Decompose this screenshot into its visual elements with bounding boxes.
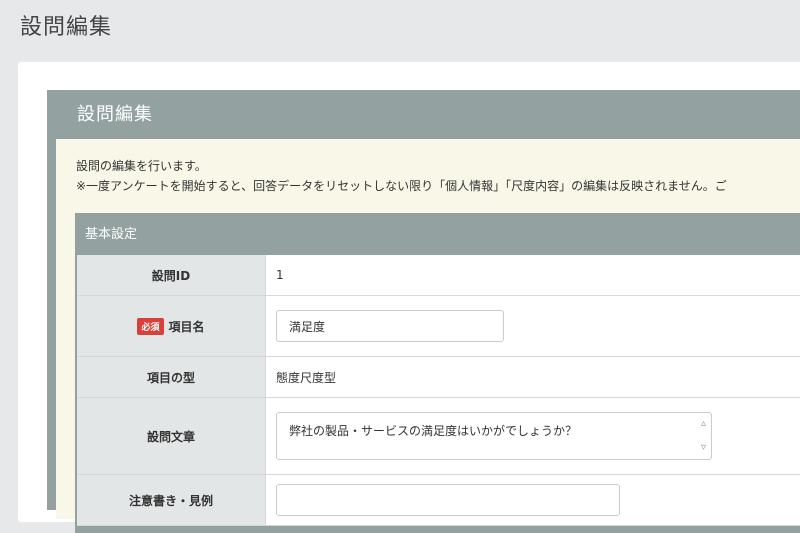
value-question-text-cell: 弊社の製品・サービスの満足度はいかがでしょうか？ ▵ ▿ <box>266 398 800 474</box>
description-line-1: 設問の編集を行います。 <box>76 159 207 173</box>
section-title: 基本設定 <box>85 227 138 242</box>
page-title: 設問編集 <box>20 15 113 40</box>
question-text-textarea[interactable]: 弊社の製品・サービスの満足度はいかがでしょうか？ ▵ ▿ <box>276 412 712 460</box>
value-note-cell <box>266 475 800 525</box>
row-question-text: 設問文章 弊社の製品・サービスの満足度はいかがでしょうか？ ▵ ▿ <box>77 398 800 475</box>
chevron-up-icon[interactable]: ▵ <box>701 419 706 429</box>
description-line-2: ※一度アンケートを開始すると、回答データをリセットしない限り「個人情報」「尺度内… <box>76 179 727 193</box>
chevron-down-icon[interactable]: ▿ <box>701 443 706 453</box>
settings-table: 設問ID 1 必須 項目名 項目の型 態度尺度型 <box>77 255 800 526</box>
item-name-input[interactable] <box>276 310 504 342</box>
row-question-id: 設問ID 1 <box>77 255 800 296</box>
question-edit-panel: 設問編集 設問の編集を行います。 ※一度アンケートを開始すると、回答データをリセ… <box>47 90 800 533</box>
question-text-value: 弊社の製品・サービスの満足度はいかがでしょうか？ <box>289 424 578 438</box>
note-input[interactable] <box>276 484 620 516</box>
panel-body: 設問の編集を行います。 ※一度アンケートを開始すると、回答データをリセットしない… <box>56 139 800 533</box>
label-item-name: 項目名 <box>168 319 205 334</box>
required-badge: 必須 <box>137 317 164 335</box>
row-note: 注意書き・見例 <box>77 475 800 526</box>
value-item-type: 態度尺度型 <box>266 357 800 397</box>
panel-title: 設問編集 <box>77 104 153 125</box>
label-note: 注意書き・見例 <box>77 475 266 525</box>
label-item-name-cell: 必須 項目名 <box>77 296 266 356</box>
label-item-type: 項目の型 <box>77 357 266 397</box>
basic-settings-section: 基本設定 設問ID 1 必須 項目名 項目の型 <box>75 213 800 533</box>
row-item-type: 項目の型 態度尺度型 <box>77 357 800 398</box>
description: 設問の編集を行います。 ※一度アンケートを開始すると、回答データをリセットしない… <box>76 156 727 196</box>
value-question-id: 1 <box>266 255 800 295</box>
value-item-name-cell <box>266 296 800 356</box>
row-item-name: 必須 項目名 <box>77 296 800 357</box>
label-question-id: 設問ID <box>77 255 266 295</box>
label-question-text: 設問文章 <box>77 398 266 474</box>
